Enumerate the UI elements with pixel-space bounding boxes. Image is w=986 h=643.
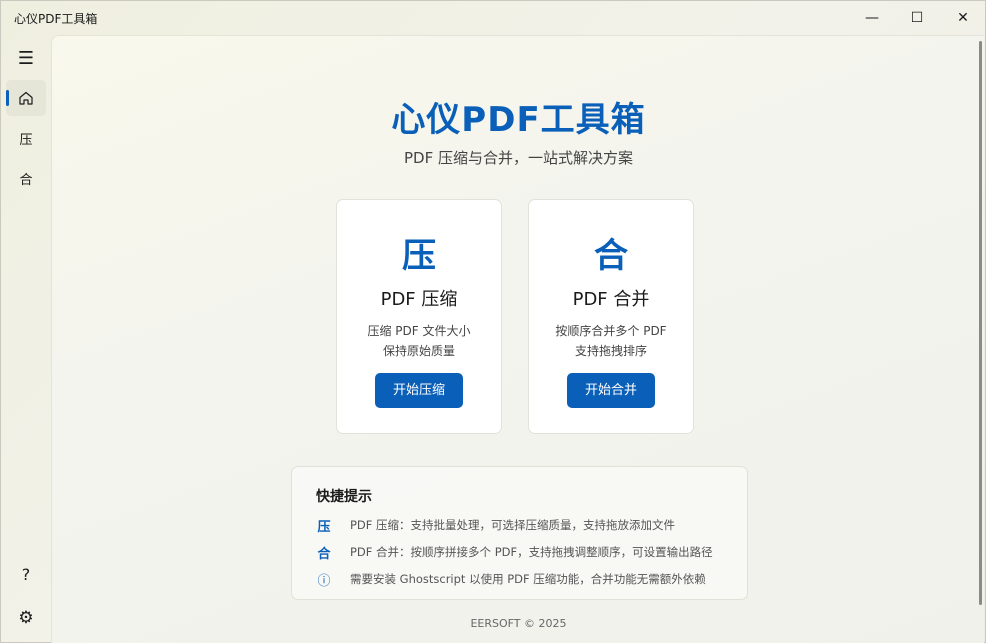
card-desc-line: 保持原始质量 [382,344,455,358]
sidebar-item-compress[interactable]: 压 [6,120,46,156]
info-icon: ⓘ [317,574,331,589]
card-description: 按顺序合并多个 PDF 支持拖拽排序 [529,321,693,361]
scrollbar[interactable] [979,41,982,605]
close-button[interactable]: ✕ [940,1,986,34]
close-icon: ✕ [957,9,969,26]
sidebar-item-home[interactable] [6,80,46,116]
main-content: 心仪PDF工具箱 PDF 压缩与合并，一站式解决方案 压 PDF 压缩 压缩 P… [51,35,984,643]
compress-card[interactable]: 压 PDF 压缩 压缩 PDF 文件大小 保持原始质量 开始压缩 [336,199,502,434]
help-button[interactable]: ? [6,556,46,592]
tips-title: 快捷提示 [316,489,372,505]
card-desc-line: 按顺序合并多个 PDF [555,324,667,338]
sidebar-item-merge[interactable]: 合 [6,160,46,196]
active-indicator [6,90,9,106]
menu-toggle-button[interactable]: ☰ [6,40,46,76]
minimize-icon: — [865,9,879,26]
app-window: 心仪PDF工具箱 — ☐ ✕ ☰ 压 合 ? ⚙ 心仪PDF工具箱 PDF 压缩… [0,0,986,643]
card-desc-line: 支持拖拽排序 [574,344,647,358]
settings-button[interactable]: ⚙ [6,600,46,636]
tips-panel: 快捷提示 压 PDF 压缩：支持批量处理，可选择压缩质量，支持拖放添加文件 合 … [291,466,748,600]
card-title: PDF 压缩 [380,289,458,310]
merge-icon: 合 [594,236,628,276]
tip-text: PDF 合并：按顺序拼接多个 PDF，支持拖拽调整顺序，可设置输出路径 [350,545,713,559]
tip-text: 需要安装 Ghostscript 以使用 PDF 压缩功能，合并功能无需额外依赖 [350,572,706,586]
sidebar-item-label: 压 [19,132,33,148]
page-subtitle: PDF 压缩与合并，一站式解决方案 [404,149,633,167]
card-desc-line: 压缩 PDF 文件大小 [367,324,471,338]
compress-icon: 压 [402,236,436,276]
card-title: PDF 合并 [572,289,650,310]
sidebar: ☰ 压 合 ? ⚙ [1,34,51,643]
start-merge-button[interactable]: 开始合并 [567,373,655,408]
card-description: 压缩 PDF 文件大小 保持原始质量 [337,321,501,361]
help-icon: ? [21,564,31,584]
maximize-icon: ☐ [910,9,924,26]
minimize-button[interactable]: — [849,1,895,34]
tip-item: 合 PDF 合并：按顺序拼接多个 PDF，支持拖拽调整顺序，可设置输出路径 [316,543,736,562]
hamburger-icon: ☰ [17,47,35,69]
tip-text: PDF 压缩：支持批量处理，可选择压缩质量，支持拖放添加文件 [350,518,676,532]
sidebar-item-label: 合 [19,172,33,188]
home-icon [19,91,33,105]
window-title: 心仪PDF工具箱 [14,12,98,26]
merge-card[interactable]: 合 PDF 合并 按顺序合并多个 PDF 支持拖拽排序 开始合并 [528,199,694,434]
start-compress-button[interactable]: 开始压缩 [375,373,463,408]
tip-item: 压 PDF 压缩：支持批量处理，可选择压缩质量，支持拖放添加文件 [316,516,736,535]
page-title: 心仪PDF工具箱 [391,100,646,140]
maximize-button[interactable]: ☐ [894,1,940,34]
tip-item: ⓘ 需要安装 Ghostscript 以使用 PDF 压缩功能，合并功能无需额外… [316,570,736,589]
title-bar: 心仪PDF工具箱 — ☐ ✕ [1,1,985,34]
gear-icon: ⚙ [18,608,34,628]
merge-icon: 合 [317,547,331,562]
compress-icon: 压 [317,520,331,535]
footer-copyright: EERSOFT © 2025 [470,617,567,630]
